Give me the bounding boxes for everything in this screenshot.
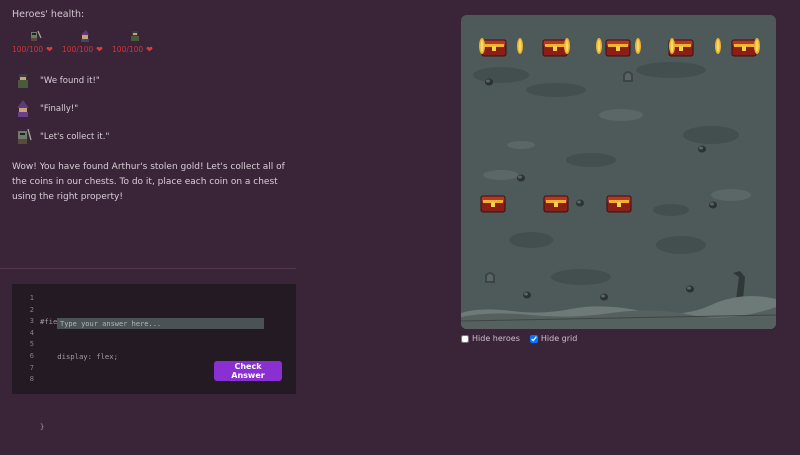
hero-hp: 100/100 ❤ (112, 45, 153, 54)
coin[interactable] (479, 38, 485, 54)
coin[interactable] (596, 38, 602, 54)
hide-grid-checkbox[interactable] (529, 334, 538, 343)
coin[interactable] (564, 38, 570, 54)
hero-archer-icon (131, 31, 139, 41)
dialog-text: "Let's collect it." (40, 132, 110, 142)
instructions-panel: Heroes' health: 100/100 ❤ 100/100 ❤ 100/10… (0, 0, 296, 431)
line-numbers: 12 34 56 78 (29, 294, 34, 384)
dialog-line: "We found it!" (14, 72, 100, 90)
hero-wizard-icon (81, 30, 89, 42)
answer-input[interactable] (57, 318, 264, 329)
hide-heroes-option[interactable]: Hide heroes (461, 334, 520, 343)
game-board (461, 15, 776, 329)
divider (0, 268, 296, 269)
chest (542, 39, 568, 57)
coin[interactable] (715, 38, 721, 54)
dialog-line: "Let's collect it." (14, 128, 109, 146)
heart-icon: ❤ (46, 45, 53, 54)
hero-health-item: 100/100 ❤ (112, 30, 153, 54)
coin[interactable] (754, 38, 760, 54)
hero-hp: 100/100 ❤ (12, 45, 53, 54)
heart-icon: ❤ (146, 45, 153, 54)
chest (543, 195, 569, 213)
hero-health-item: 100/100 ❤ (62, 30, 103, 54)
coin[interactable] (669, 38, 675, 54)
coin[interactable] (517, 38, 523, 54)
dialog-text: "Finally!" (40, 104, 79, 114)
hero-health-item: 100/100 ❤ (12, 30, 53, 54)
code-editor: 12 34 56 78 #field { display: flex; ​ } … (12, 284, 296, 431)
hero-hp: 100/100 ❤ (62, 45, 103, 54)
heroes-health-list: 100/100 ❤ 100/100 ❤ 100/100 ❤ (12, 30, 153, 54)
chest (481, 39, 507, 57)
chest (606, 195, 632, 213)
hero-knight-avatar-icon (18, 128, 32, 144)
hero-knight-icon (31, 30, 42, 41)
coin[interactable] (635, 38, 641, 54)
story-text: Wow! You have found Arthur's stolen gold… (12, 162, 285, 202)
code-line-empty: ​ (40, 386, 118, 398)
hero-wizard-avatar-icon (17, 100, 29, 117)
hide-heroes-checkbox[interactable] (461, 334, 469, 343)
hero-archer-avatar-icon (18, 74, 28, 88)
chest (605, 39, 631, 57)
chest (731, 39, 757, 57)
dialog-text: "We found it!" (40, 76, 100, 86)
health-title: Heroes' health: (12, 9, 85, 20)
chest (480, 195, 506, 213)
heart-icon: ❤ (96, 45, 103, 54)
code-line: display: flex; (40, 351, 118, 361)
dialog-line: "Finally!" (14, 100, 78, 118)
check-answer-button[interactable]: Check Answer (214, 361, 282, 381)
chest-row-middle (480, 195, 632, 213)
hide-grid-option[interactable]: Hide grid (529, 334, 577, 343)
code-line: } (40, 421, 45, 431)
board-options: Hide heroes Hide grid (461, 334, 577, 343)
board-scene (461, 15, 776, 329)
